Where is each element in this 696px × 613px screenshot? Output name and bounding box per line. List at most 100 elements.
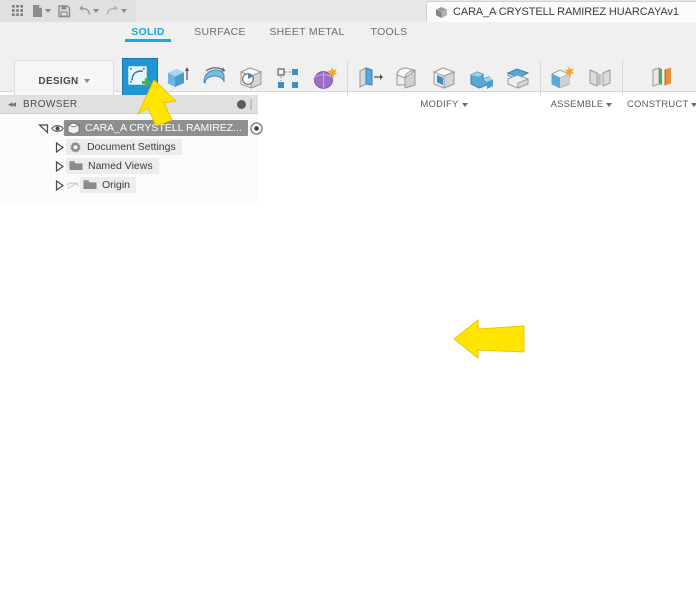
panel-label-modify[interactable]: MODIFY	[420, 99, 468, 110]
shell-icon	[432, 67, 456, 89]
document-tab[interactable]: CARA_A CRYSTELL RAMIREZ HUARCAYAv1 ×	[426, 1, 696, 22]
tool-offset-plane[interactable]	[644, 58, 680, 98]
undo-caret-icon[interactable]	[93, 9, 99, 13]
create-sketch-icon	[128, 66, 151, 87]
tool-joint[interactable]	[582, 58, 618, 98]
front-origin-plane	[433, 361, 501, 467]
tree-label-root: CARA_A CRYSTELL RAMIREZ...	[85, 122, 242, 134]
extrude-icon	[168, 67, 189, 87]
browser-options-icon[interactable]	[237, 99, 246, 109]
workspace-label: DESIGN	[38, 75, 79, 87]
expand-toggle-root[interactable]	[36, 121, 50, 135]
tool-extrude[interactable]	[159, 58, 195, 98]
gear-icon	[70, 141, 81, 153]
tree-item-named-views[interactable]: Named Views	[66, 158, 159, 174]
triangle-right-icon	[55, 179, 64, 191]
x-axis-line	[104, 244, 691, 558]
hole-icon	[239, 67, 263, 89]
app-grid-button[interactable]	[8, 0, 28, 22]
redo-caret-icon[interactable]	[121, 9, 127, 13]
grid-icon	[12, 5, 23, 16]
file-caret-icon[interactable]	[45, 9, 51, 13]
grid-label: 8	[437, 323, 445, 330]
panel-modify-text: MODIFY	[420, 99, 459, 110]
tree-row-document-settings[interactable]: Document Settings	[0, 139, 258, 155]
tool-fillet[interactable]	[389, 58, 425, 98]
panel-assemble: ASSEMBLE	[541, 58, 622, 110]
redo-button[interactable]	[102, 0, 130, 22]
expand-toggle-document-settings[interactable]	[52, 140, 66, 154]
expand-toggle-named-views[interactable]	[52, 159, 66, 173]
tool-revolve[interactable]	[196, 58, 232, 98]
save-icon	[58, 5, 71, 18]
title-bar: CARA_A CRYSTELL RAMIREZ HUARCAYAv1 × +	[0, 0, 696, 22]
browser-header: ◂◂ BROWSER	[0, 95, 258, 114]
panel-label-construct[interactable]: CONSTRUCT	[627, 99, 696, 110]
eye-hidden-icon	[66, 181, 79, 189]
undo-button[interactable]	[74, 0, 102, 22]
tab-surface[interactable]: SURFACE	[178, 24, 262, 42]
tool-rectangular-pattern[interactable]	[270, 58, 306, 98]
tool-new-component[interactable]	[545, 58, 581, 98]
tab-tools[interactable]: TOOLS	[352, 24, 426, 42]
fillet-icon	[396, 67, 416, 89]
quick-access-toolbar	[0, 0, 136, 22]
tree-item-document-settings[interactable]: Document Settings	[66, 139, 182, 155]
visibility-toggle-root[interactable]	[50, 121, 64, 135]
panel-modify-caret-icon[interactable]	[461, 102, 468, 107]
folder-icon	[83, 180, 97, 189]
tool-split-face[interactable]	[500, 58, 536, 98]
tool-hole[interactable]	[233, 58, 269, 98]
file-icon	[33, 5, 42, 17]
eye-icon	[50, 124, 64, 132]
tab-sheet-metal[interactable]: SHEET METAL	[262, 24, 352, 42]
tree-row-named-views[interactable]: Named Views	[0, 158, 258, 174]
triangle-down-icon	[37, 123, 48, 134]
document-tab-strip: CARA_A CRYSTELL RAMIREZ HUARCAYAv1 × +	[136, 0, 696, 22]
target-icon	[250, 121, 264, 135]
panel-construct-text: CONSTRUCT	[627, 99, 689, 110]
tree-label-document-settings: Document Settings	[87, 141, 176, 153]
tree-row-root[interactable]: CARA_A CRYSTELL RAMIREZ...	[0, 120, 264, 136]
rectangular-pattern-icon	[277, 68, 298, 88]
tab-solid[interactable]: SOLID	[118, 24, 178, 42]
tool-combine[interactable]	[463, 58, 499, 98]
panel-construct: CONSTRUCT	[623, 58, 696, 110]
tool-create-sketch[interactable]	[122, 58, 158, 98]
tree-item-root[interactable]: CARA_A CRYSTELL RAMIREZ...	[64, 120, 248, 136]
panel-construct-caret-icon[interactable]	[691, 102, 696, 107]
redo-icon	[106, 5, 118, 15]
tool-press-pull[interactable]	[352, 58, 388, 98]
chevron-down-icon[interactable]	[83, 79, 90, 83]
document-tab-title: CARA_A CRYSTELL RAMIREZ HUARCAYAv1	[453, 6, 679, 18]
tool-create-form[interactable]	[307, 58, 343, 98]
folder-icon	[69, 161, 83, 170]
file-button[interactable]	[28, 0, 54, 22]
grid-label: 8	[536, 412, 544, 419]
activate-component-icon[interactable]	[250, 121, 264, 135]
fusion-window: 8 8 8 CARA_A CRYSTELL RAMIREZ HUARCAYAv1…	[0, 0, 696, 613]
y-axis-marker	[433, 430, 495, 468]
panel-resize-grip[interactable]	[250, 98, 252, 110]
annotation-arrow-origin-planes	[453, 318, 525, 360]
component-icon	[67, 122, 80, 134]
undo-icon	[79, 5, 91, 15]
browser-menu-area	[237, 98, 252, 110]
visibility-toggle-origin[interactable]	[66, 178, 80, 192]
tree-label-origin: Origin	[102, 179, 131, 191]
collapse-panel-icon[interactable]: ◂◂	[8, 99, 16, 110]
split-face-icon	[506, 68, 530, 89]
panel-label-assemble[interactable]: ASSEMBLE	[551, 99, 613, 110]
x-axis-marker	[433, 464, 509, 510]
tree-row-origin[interactable]: Origin	[0, 177, 258, 193]
combine-icon	[470, 71, 493, 89]
expand-toggle-origin[interactable]	[52, 178, 66, 192]
browser-tree: CARA_A CRYSTELL RAMIREZ... Document Sett…	[0, 114, 264, 204]
offset-plane-icon	[652, 67, 672, 87]
bottom-origin-plane	[433, 425, 550, 507]
triangle-right-icon	[55, 160, 64, 172]
save-button[interactable]	[54, 0, 74, 22]
tree-item-origin[interactable]: Origin	[80, 177, 137, 193]
tool-shell[interactable]	[426, 58, 462, 98]
panel-assemble-caret-icon[interactable]	[606, 102, 613, 107]
